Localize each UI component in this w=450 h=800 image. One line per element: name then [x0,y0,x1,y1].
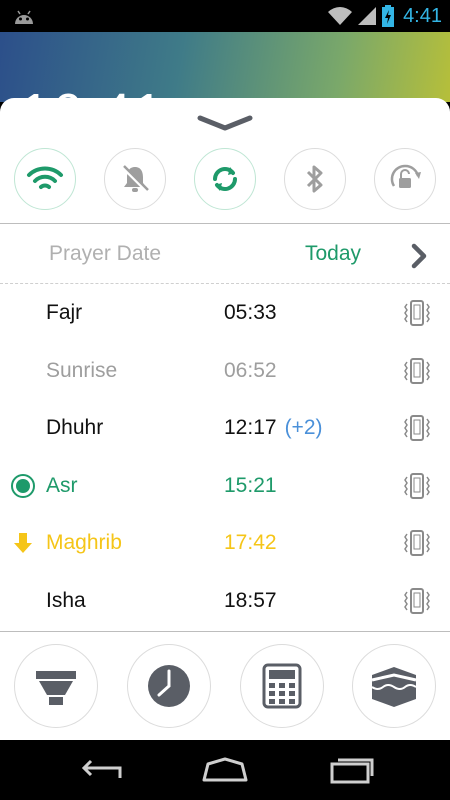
prayer-time: 12:17 (+2) [224,416,323,440]
bluetooth-toggle[interactable] [284,148,346,210]
header-banner: 16:41 [0,32,450,102]
list-divider [0,631,450,632]
wifi-toggle[interactable] [14,148,76,210]
prayer-time: 15:21 [224,474,277,498]
prayer-date-value[interactable]: Today [305,242,361,266]
home-icon[interactable] [200,754,250,786]
prayer-time-value: 12:17 [224,416,277,439]
prayer-name: Maghrib [46,531,122,554]
status-bar: 4:41 [0,0,450,32]
tool-buttons [0,644,450,730]
calculator-icon [262,663,302,709]
prayer-time-value: 05:33 [224,301,277,324]
prayer-name: Isha [46,589,86,612]
chevron-down-icon[interactable] [195,112,255,134]
battery-charging-icon [382,5,395,27]
prayer-row-sunrise[interactable]: Sunrise 06:52 [0,342,450,400]
next-prayer-arrow-down-icon [14,533,32,553]
prayer-row-maghrib[interactable]: Maghrib 17:42 [0,514,450,572]
prayer-time: 17:42 [224,531,277,555]
clock-icon [148,665,190,707]
vibrate-icon[interactable] [402,413,432,443]
status-time: 4:41 [403,4,442,27]
prayer-row-dhuhr[interactable]: Dhuhr 12:17 (+2) [0,399,450,457]
minaret-icon [36,671,76,705]
prayer-name: Asr [46,474,78,497]
current-prayer-radio-icon [11,474,35,498]
recent-apps-icon[interactable] [326,754,376,786]
back-icon[interactable] [76,754,126,786]
calculator-button[interactable] [240,644,324,728]
prayer-name: Dhuhr [46,416,104,439]
prayer-row-isha[interactable]: Isha 18:57 [0,572,450,630]
prayer-time: 05:33 [224,301,277,325]
prayer-date-row: Prayer Date Today [0,224,450,284]
bluetooth-icon [306,165,323,193]
rotation-lock-icon [390,164,421,188]
clock-button[interactable] [127,644,211,728]
sync-toggle[interactable] [194,148,256,210]
chevron-right-icon[interactable] [404,241,434,271]
vibrate-icon[interactable] [402,528,432,558]
vibrate-icon[interactable] [402,356,432,386]
silent-toggle[interactable] [104,148,166,210]
vibrate-icon[interactable] [402,298,432,328]
prayer-time: 06:52 [224,359,277,383]
prayer-name: Fajr [46,301,83,324]
prayer-time: 18:57 [224,589,277,613]
android-notification-icon [15,10,33,24]
prayer-name: Sunrise [46,359,118,382]
prayer-row-asr[interactable]: Asr 15:21 [0,457,450,515]
prayer-date-label: Prayer Date [49,242,162,265]
rotation-lock-toggle[interactable] [374,148,436,210]
cell-signal-icon [358,7,377,25]
prayer-panel: Prayer Date Today Fajr 05:33 Sunrise 06:52 D… [0,98,450,740]
bell-off-icon [121,165,149,193]
kaaba-icon [371,667,417,707]
prayer-time-value: 06:52 [224,359,277,382]
prayer-time-value: 15:21 [224,474,277,497]
navigation-bar [0,740,450,800]
prayer-row-fajr[interactable]: Fajr 05:33 [0,284,450,342]
prayer-time-value: 18:57 [224,589,277,612]
quick-toggles [0,148,450,212]
prayer-time-value: 17:42 [224,531,277,554]
wifi-icon [27,166,63,189]
vibrate-icon[interactable] [402,586,432,616]
sync-icon [213,167,237,191]
wifi-signal-icon [328,7,353,25]
prayer-time-adjustment: (+2) [284,416,323,439]
mosque-button[interactable] [14,644,98,728]
kaaba-button[interactable] [352,644,436,728]
vibrate-icon[interactable] [402,471,432,501]
